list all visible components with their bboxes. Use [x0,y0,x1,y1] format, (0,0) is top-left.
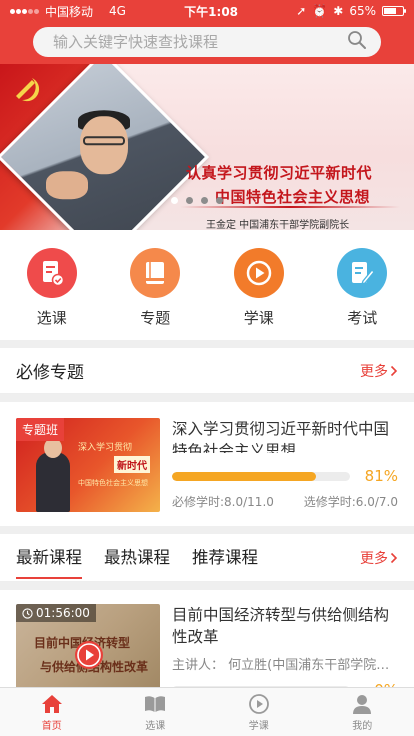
course-lecturer: 主讲人： 何立胜(中国浦东干部学院教授) [172,658,396,673]
carousel-dot[interactable] [186,197,193,204]
elective-hours: 选修学时:6.0/7.0 [303,495,398,509]
tabbar-home[interactable]: 首页 [0,688,104,736]
tab-latest-courses[interactable]: 最新课程 [16,534,82,582]
tab-hottest-courses[interactable]: 最热课程 [104,534,170,582]
clock-icon [22,607,33,619]
banner-divider [180,206,400,208]
book-icon[interactable] [130,248,181,298]
tabbar-label: 我的 [352,720,373,732]
thumb-text: 新时代 [114,456,150,473]
signal-icon [10,8,39,14]
status-time: 下午1:08 [184,4,239,19]
tab-recommended-courses[interactable]: 推荐课程 [192,534,258,582]
chevron-right-icon [390,552,398,563]
section-title: 必修专题 [16,363,84,383]
quick-nav: 选课 专题 学课 考试 [0,230,414,340]
doc-check-icon[interactable] [26,248,77,298]
topic-tag-badge: 专题班 [16,418,65,441]
thumb-text: 深入学习贯彻 [78,443,133,453]
party-emblem-icon [16,78,40,102]
course-tabs: 最新课程 最热课程 推荐课程 更多 [0,534,414,582]
course-title[interactable]: 目前中国经济转型与供给侧结构性改革 [172,604,398,648]
bottom-tab-bar: 首页 选课 学课 我的 [0,687,414,736]
play-circle-icon[interactable] [247,693,271,715]
carousel-dot[interactable] [201,197,208,204]
duration-badge: 01:56:00 [16,604,96,622]
home-icon[interactable] [40,693,64,715]
quick-nav-exam[interactable]: 考试 [322,248,402,328]
topic-card[interactable]: 深入学习贯彻 新时代 中国特色社会主义思想 专题班 深入学习贯彻习近平新时代中国… [0,402,414,526]
battery-icon [382,6,406,16]
required-hours: 必修学时:8.0/11.0 [172,495,274,509]
banner-headline-2: 中国特色社会主义思想 [215,188,371,206]
required-topics-section: 必修专题 更多 [0,348,414,394]
user-icon[interactable] [350,693,374,715]
more-link[interactable]: 更多 [360,361,398,381]
quick-nav-topics[interactable]: 专题 [115,248,195,328]
search-input[interactable] [53,33,347,51]
progress-percent: 81% [364,467,398,485]
network-label: 4G [109,4,126,18]
header: 中国移动 4G 下午1:08 ➚ ⏰ ✱ 65% [0,0,414,64]
banner-headline-1: 认真学习贯彻习近平新时代 [186,164,373,182]
tabbar-mine[interactable]: 我的 [311,688,414,736]
quick-nav-label: 学课 [243,309,274,327]
quick-nav-select-course[interactable]: 选课 [12,248,92,328]
quick-nav-label: 专题 [140,309,171,327]
topic-info: 深入学习贯彻习近平新时代中国特色社会主义思想 81% 必修学时:8.0/11.0… [172,418,398,510]
carrier-label: 中国移动 [45,4,94,19]
topic-progress: 81% [172,467,398,485]
topic-title[interactable]: 深入学习贯彻习近平新时代中国特色社会主义思想 [172,418,398,453]
search-bar[interactable] [33,27,381,57]
study-hours: 必修学时:8.0/11.0 选修学时:6.0/7.0 [172,493,398,510]
more-link[interactable]: 更多 [360,548,398,568]
exam-edit-icon[interactable] [337,248,388,298]
tabbar-study[interactable]: 学课 [207,688,311,736]
banner-carousel[interactable]: 认真学习贯彻习近平新时代 中国特色社会主义思想 王金定 中国浦东干部学院副院长 [0,64,414,230]
location-icon: ➚ [296,4,307,18]
alarm-icon: ⏰ [312,4,328,18]
chevron-right-icon [390,365,398,376]
quick-nav-label: 考试 [347,309,378,327]
battery-percent: 65% [349,4,376,18]
topic-thumbnail[interactable]: 深入学习贯彻 新时代 中国特色社会主义思想 专题班 [16,418,160,512]
status-bar: 中国移动 4G 下午1:08 ➚ ⏰ ✱ 65% [0,0,414,22]
carousel-dot[interactable] [216,197,223,204]
carousel-dot[interactable] [171,197,178,204]
tabbar-label: 选课 [145,720,166,732]
tabbar-label: 首页 [41,720,62,732]
course-info: 目前中国经济转型与供给侧结构性改革 主讲人： 何立胜(中国浦东干部学院教授) 0… [172,604,398,699]
course-item[interactable]: 目前中国经济转型 与供给侧结构性改革 01:56:00 目前中国经济转型与供给侧… [0,590,414,700]
quick-nav-label: 选课 [36,309,67,327]
course-thumbnail[interactable]: 目前中国经济转型 与供给侧结构性改革 01:56:00 [16,604,160,696]
progress-track [172,471,350,481]
section-header: 必修专题 更多 [0,348,414,394]
progress-fill [172,471,317,481]
app-screen: 中国移动 4G 下午1:08 ➚ ⏰ ✱ 65% 输入关键字快速查找课程 认真学… [0,0,414,736]
carousel-dots[interactable] [171,197,223,204]
open-book-icon[interactable] [143,693,167,715]
tabbar-select-course[interactable]: 选课 [104,688,208,736]
thumb-text: 中国特色社会主义思想 [78,479,148,487]
play-icon[interactable] [233,248,284,298]
bluetooth-icon: ✱ [333,4,344,18]
banner-speaker: 王金定 中国浦东干部学院副院长 [206,220,350,230]
search-icon[interactable] [347,30,367,54]
play-button-icon[interactable] [74,640,104,670]
tabbar-label: 学课 [248,720,269,732]
quick-nav-study[interactable]: 学课 [219,248,299,328]
